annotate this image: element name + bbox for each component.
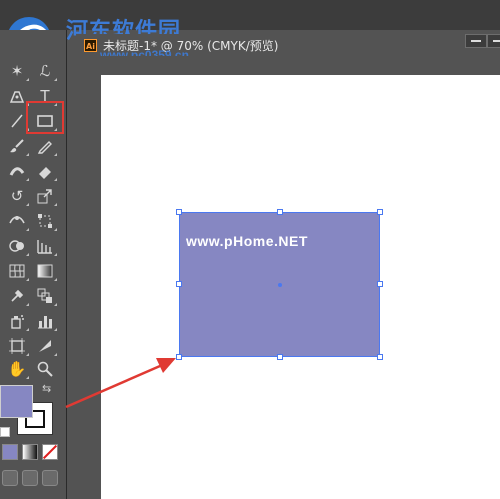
illustrator-file-icon: Ai	[84, 38, 97, 52]
hand-icon[interactable]: ✋	[4, 358, 30, 380]
color-mode-button[interactable]	[2, 444, 18, 460]
rectangle-text: www.pHome.NET	[186, 233, 308, 249]
handle-bottom-middle[interactable]	[277, 354, 283, 360]
handle-middle-right[interactable]	[377, 281, 383, 287]
slice-icon[interactable]	[32, 335, 58, 357]
paintbrush-icon[interactable]	[4, 135, 30, 157]
handle-top-middle[interactable]	[277, 209, 283, 215]
zoom-icon[interactable]	[32, 358, 58, 380]
eyedropper-icon[interactable]	[4, 285, 30, 307]
perspective-grid-icon[interactable]	[32, 235, 58, 257]
artboard-icon[interactable]	[4, 335, 30, 357]
collapse-panel-button[interactable]	[487, 34, 500, 48]
eraser-icon[interactable]	[32, 160, 58, 182]
symbol-sprayer-icon[interactable]	[4, 310, 30, 332]
draw-normal-button[interactable]	[2, 470, 18, 486]
handle-middle-left[interactable]	[176, 281, 182, 287]
none-mode-button[interactable]	[42, 444, 58, 460]
draw-inside-button[interactable]	[42, 470, 58, 486]
handle-bottom-right[interactable]	[377, 354, 383, 360]
shape-builder-icon[interactable]	[4, 235, 30, 257]
gradient-icon[interactable]	[32, 260, 58, 282]
center-point	[278, 283, 282, 287]
magic-wand-icon[interactable]: ✶	[4, 60, 30, 82]
lasso-icon[interactable]: ℒ	[32, 60, 58, 82]
rotate-icon[interactable]: ↺	[4, 185, 30, 207]
mesh-icon[interactable]	[4, 260, 30, 282]
fill-color-swatch[interactable]	[0, 385, 33, 418]
handle-bottom-left[interactable]	[176, 354, 182, 360]
rectangle-tool-highlight	[26, 101, 64, 134]
pencil-icon[interactable]	[32, 135, 58, 157]
free-transform-icon[interactable]	[32, 210, 58, 232]
handle-top-right[interactable]	[377, 209, 383, 215]
gradient-mode-button[interactable]	[22, 444, 38, 460]
swap-fill-stroke-icon[interactable]: ⇆	[42, 382, 51, 395]
minimize-panel-button[interactable]	[465, 34, 487, 48]
handle-top-left[interactable]	[176, 209, 182, 215]
blend-icon[interactable]	[32, 285, 58, 307]
blob-brush-icon[interactable]	[4, 160, 30, 182]
width-icon[interactable]	[4, 210, 30, 232]
column-graph-icon[interactable]	[32, 310, 58, 332]
draw-behind-button[interactable]	[22, 470, 38, 486]
default-colors-icon[interactable]	[0, 427, 10, 437]
scale-icon[interactable]	[32, 185, 58, 207]
